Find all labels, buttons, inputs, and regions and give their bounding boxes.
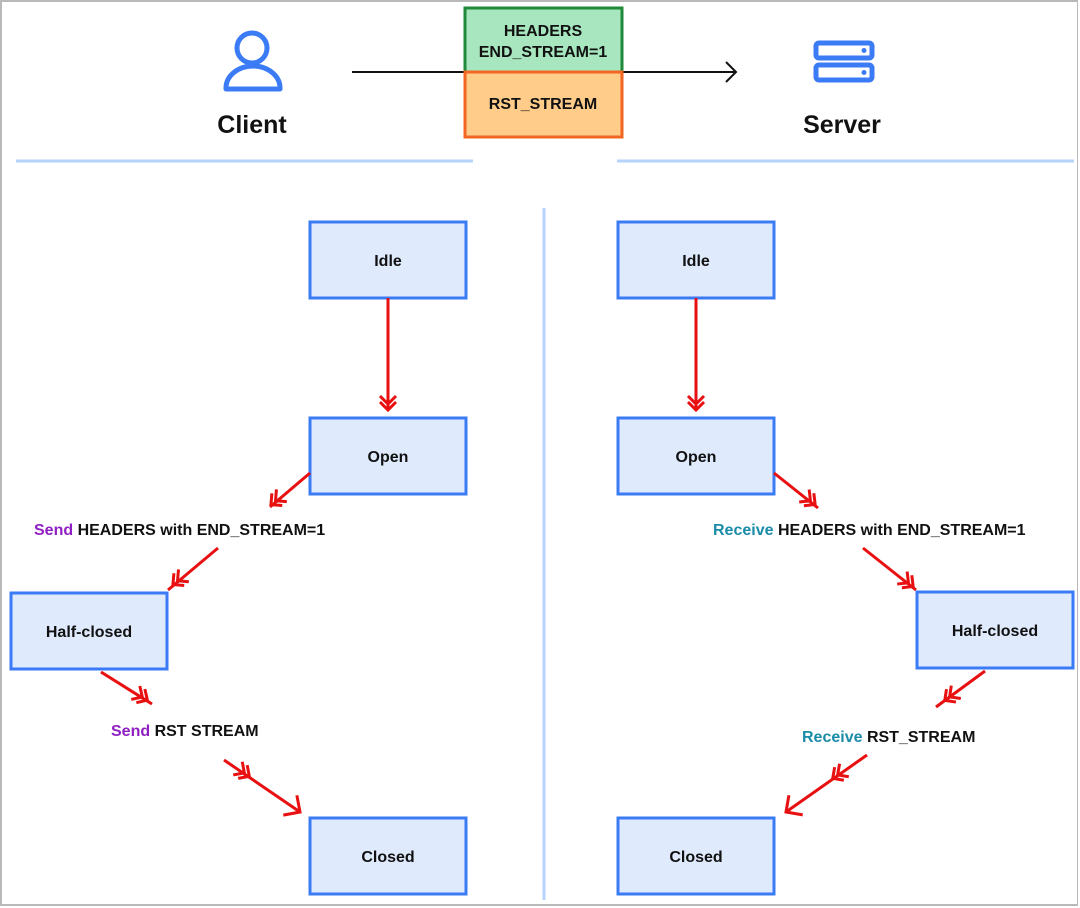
server-transition-label: Receive RST_STREAM	[802, 729, 975, 746]
frame-rst-stream: RST_STREAM	[463, 70, 624, 139]
client-transition-label: Send RST STREAM	[111, 723, 259, 740]
double-chevron-icon	[129, 684, 154, 709]
client-state-half-closed: Half-closed	[9, 591, 169, 671]
server-label: Server	[803, 111, 881, 139]
state-label: Half-closed	[952, 623, 1038, 640]
server-state-idle: Idle	[616, 220, 776, 300]
client-state-open: Open	[308, 416, 468, 496]
receive-verb: Receive	[802, 729, 863, 746]
double-chevron-icon	[938, 684, 963, 709]
double-chevron-icon	[264, 487, 289, 513]
state-label: Open	[368, 449, 409, 466]
state-label: Idle	[374, 253, 402, 270]
server-closed-arrow	[785, 753, 868, 814]
receive-verb: Receive	[713, 522, 774, 539]
svg-text:RST_STREAM: RST_STREAM	[489, 96, 597, 113]
state-label: Half-closed	[46, 624, 132, 641]
server-state-open: Open	[616, 416, 776, 496]
server-transition-label: Receive HEADERS with END_STREAM=1	[713, 522, 1026, 539]
client-label: Client	[217, 111, 287, 139]
send-verb: Send	[34, 522, 73, 539]
svg-text:HEADERS: HEADERS	[504, 23, 583, 40]
client-state-idle: Idle	[308, 220, 468, 300]
client-closed-arrow	[223, 758, 301, 814]
send-verb: Send	[111, 723, 150, 740]
state-label: Open	[676, 449, 717, 466]
client-transition-label: Send HEADERS with END_STREAM=1	[34, 522, 325, 539]
state-label: Closed	[361, 849, 414, 866]
http2-stream-state-diagram: Client Server HEADERS END_STREAM=1 RST_S…	[9, 6, 1075, 900]
server-state-closed: Closed	[616, 816, 776, 896]
state-label: Closed	[669, 849, 722, 866]
server-led	[861, 48, 867, 53]
client-state-closed: Closed	[308, 816, 468, 896]
state-label: Idle	[682, 253, 710, 270]
user-icon	[223, 30, 283, 92]
server-led	[861, 70, 867, 75]
svg-text:END_STREAM=1: END_STREAM=1	[479, 44, 608, 61]
client-halfclosed-out-arrow	[100, 670, 153, 706]
frame-headers: HEADERS END_STREAM=1	[463, 6, 624, 74]
server-state-half-closed: Half-closed	[915, 590, 1075, 670]
server-open-arrow	[773, 471, 819, 510]
